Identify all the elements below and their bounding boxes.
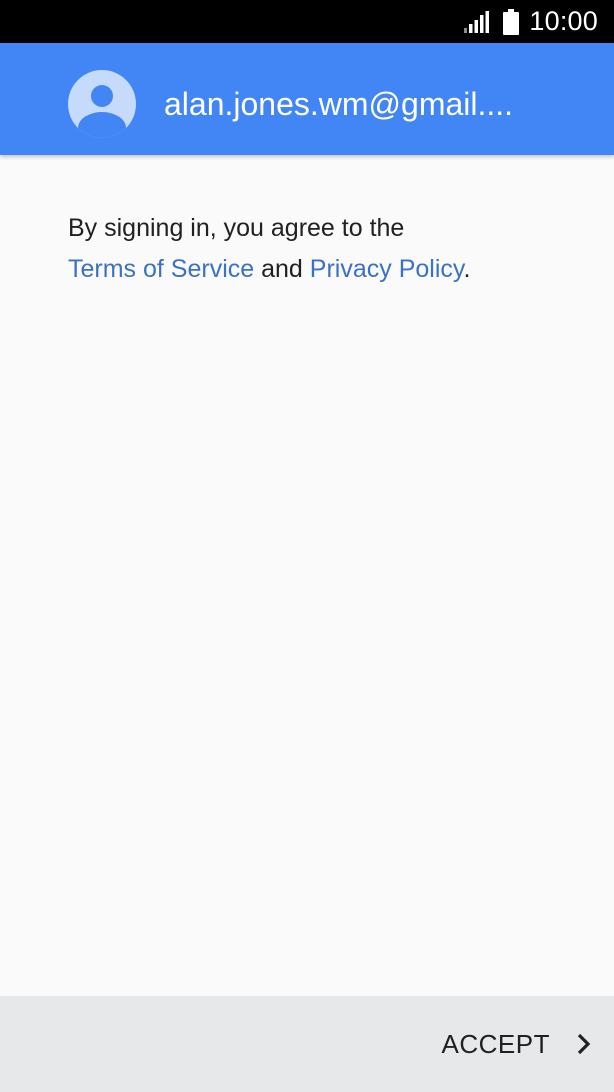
status-bar: 10:00 (0, 0, 614, 43)
avatar-icon (68, 70, 136, 138)
chevron-right-icon (577, 1033, 591, 1055)
accept-button[interactable]: ACCEPT (442, 996, 592, 1092)
accept-label: ACCEPT (441, 1028, 550, 1059)
privacy-policy-link[interactable]: Privacy Policy (310, 255, 464, 283)
terms-prefix: By signing in, you agree to the (68, 214, 405, 242)
account-email: alan.jones.wm@gmail.... (164, 86, 514, 122)
clock: 10:00 (529, 6, 598, 36)
account-header: alan.jones.wm@gmail.... (0, 43, 614, 155)
terms-of-service-link[interactable]: Terms of Service (68, 255, 254, 283)
terms-conjunction: and (261, 255, 303, 283)
terms-notice: By signing in, you agree to the Terms of… (68, 208, 568, 290)
bottom-action-bar: ACCEPT (0, 996, 614, 1092)
terms-suffix: . (463, 255, 471, 283)
signal-icon (464, 10, 490, 33)
status-icons: 10:00 (463, 0, 598, 43)
battery-icon (503, 8, 520, 35)
